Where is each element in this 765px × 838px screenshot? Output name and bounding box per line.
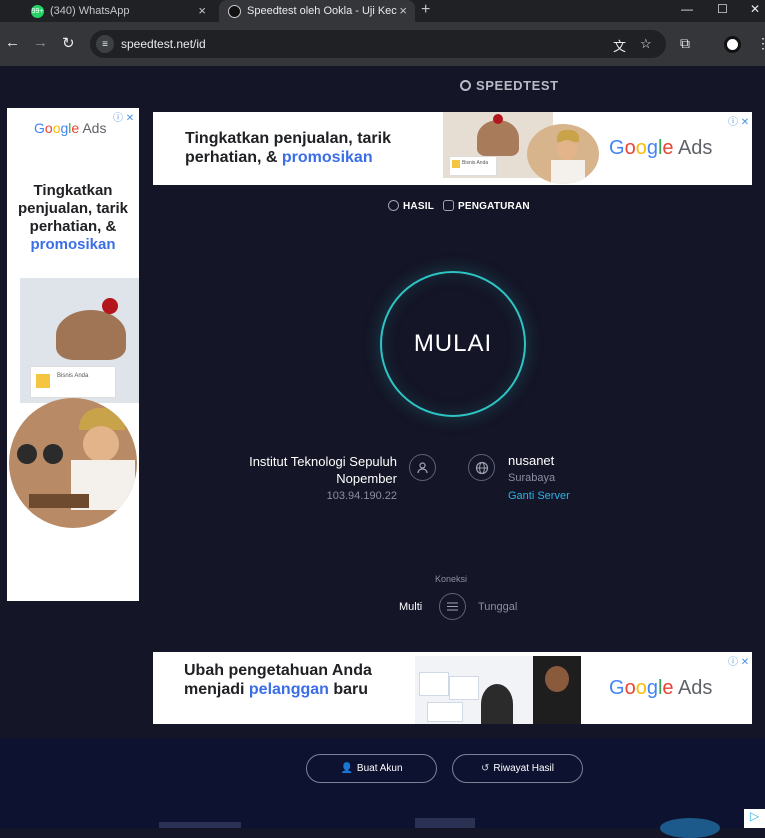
address-bar[interactable]: ≡ speedtest.net/id 文 ☆	[90, 30, 666, 58]
browser-toolbar: ← → ↻ ≡ speedtest.net/id 文 ☆ ⧉ ⋮	[0, 22, 765, 66]
reload-icon[interactable]: ↻	[62, 34, 75, 52]
ad-photo	[415, 656, 581, 724]
arrow-left-icon[interactable]: ←	[5, 34, 20, 51]
ad-banner-top[interactable]: Tingkatkan penjualan, tarik perhatian, &…	[153, 112, 752, 185]
tab-speedtest[interactable]: Speedtest oleh Ookla - Uji Kece ×	[219, 0, 415, 22]
nav-results[interactable]: HASIL	[388, 200, 434, 212]
start-test-label: MULAI	[413, 330, 493, 357]
server-name: nusanet	[508, 453, 555, 468]
check-circle-icon	[388, 200, 399, 211]
connection-toggle-icon[interactable]	[439, 593, 466, 620]
ad-banner-side[interactable]: Google Ads ⓘ ✕ Tingkatkan penjualan, tar…	[7, 108, 139, 601]
ad-photo: Bisnis Anda	[20, 278, 139, 403]
tab-title: Speedtest oleh Ookla - Uji Kece	[247, 5, 397, 17]
close-window-icon[interactable]: ✕	[750, 2, 760, 16]
ad-banner-bottom[interactable]: Ubah pengetahuan Anda menjadi pelanggan …	[153, 652, 752, 724]
user-icon	[409, 454, 436, 481]
close-tab-icon[interactable]: ×	[399, 3, 407, 18]
new-tab-icon[interactable]: +	[421, 1, 430, 19]
close-tab-icon[interactable]: ×	[198, 3, 206, 18]
adchoices-corner-icon[interactable]: ▷	[744, 809, 765, 828]
speedtest-favicon-icon	[228, 4, 241, 18]
star-icon[interactable]: ☆	[640, 36, 652, 52]
adchoices-icon[interactable]: ⓘ ✕	[728, 653, 749, 668]
maximize-icon[interactable]: ☐	[717, 2, 728, 16]
history-icon: ↺	[481, 763, 490, 774]
bottom-edge-decor	[660, 818, 720, 838]
ad-headline: Tingkatkan penjualan, tarik perhatian, &…	[17, 182, 129, 253]
puzzle-icon[interactable]: ⧉	[680, 35, 690, 52]
speedometer-icon	[460, 80, 471, 91]
ad-headline: Tingkatkan penjualan, tarik perhatian, &…	[185, 130, 391, 167]
minimize-icon[interactable]: —	[681, 2, 693, 16]
connection-multi[interactable]: Multi	[399, 601, 422, 613]
ad-headline: Ubah pengetahuan Anda menjadi pelanggan …	[184, 662, 372, 699]
ad-card-label: Bisnis Anda	[462, 160, 489, 166]
speedtest-logo[interactable]: SPEEDTEST	[460, 78, 559, 93]
results-history-button[interactable]: ↺ Riwayat Hasil	[452, 754, 583, 783]
google-ads-brand: Google Ads	[609, 677, 713, 699]
ad-card-label: Bisnis Anda	[57, 373, 89, 379]
globe-icon	[468, 454, 495, 481]
gear-icon	[443, 200, 454, 211]
ad-photo-circle	[9, 398, 137, 528]
connection-single[interactable]: Tunggal	[478, 601, 517, 613]
isp-name: Institut Teknologi Sepuluh Nopember	[249, 454, 397, 486]
tab-title: (340) WhatsApp	[50, 5, 130, 17]
whatsapp-icon: 99+	[31, 4, 44, 18]
adchoices-icon[interactable]: ⓘ ✕	[113, 109, 134, 124]
site-info-icon[interactable]: ≡	[96, 35, 114, 53]
profile-avatar[interactable]	[724, 36, 741, 53]
arrow-right-icon[interactable]: →	[33, 34, 48, 51]
menu-icon[interactable]: ⋮	[756, 35, 765, 52]
create-account-button[interactable]: 👤 Buat Akun	[306, 754, 437, 783]
speedtest-page: SPEEDTEST Tingkatkan penjualan, tarik pe…	[0, 66, 765, 838]
footer-band	[0, 738, 765, 828]
connection-label: Koneksi	[435, 574, 468, 584]
add-user-icon: 👤	[340, 763, 353, 774]
translate-icon[interactable]: 文	[613, 36, 626, 55]
browser-tab-strip: 99+ (340) WhatsApp × Speedtest oleh Ookl…	[0, 0, 765, 22]
ad-photo-circle	[527, 124, 599, 184]
adchoices-icon[interactable]: ⓘ ✕	[728, 113, 749, 128]
google-ads-brand: Google Ads	[609, 137, 713, 159]
nav-settings[interactable]: PENGATURAN	[443, 200, 530, 212]
isp-ip: 103.94.190.22	[326, 490, 397, 502]
bottom-edge-decor	[415, 818, 475, 828]
url-text[interactable]: speedtest.net/id	[121, 37, 206, 51]
server-city: Surabaya	[508, 472, 556, 484]
tab-whatsapp[interactable]: 99+ (340) WhatsApp ×	[6, 0, 214, 22]
change-server-link[interactable]: Ganti Server	[508, 490, 570, 502]
google-ads-brand: Google Ads	[34, 120, 107, 136]
bottom-edge-decor	[159, 822, 241, 828]
start-test-button[interactable]: MULAI	[380, 271, 526, 417]
